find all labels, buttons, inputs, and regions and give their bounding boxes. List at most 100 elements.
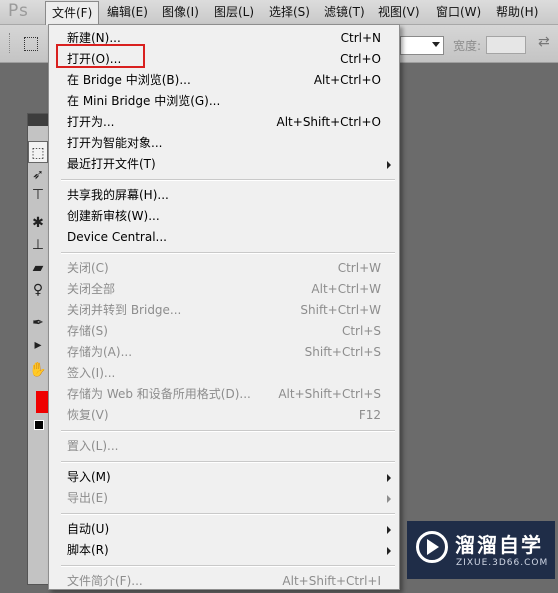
menu-item-label: 共享我的屏幕(H)... bbox=[67, 188, 169, 202]
menu-separator bbox=[61, 252, 395, 254]
menu-item-label: 创建新审核(W)... bbox=[67, 209, 160, 223]
menu-separator bbox=[61, 513, 395, 515]
watermark-title: 溜溜自学 bbox=[455, 533, 543, 557]
submenu-arrow-icon bbox=[387, 526, 391, 534]
menu-item-label: 在 Mini Bridge 中浏览(G)... bbox=[67, 94, 221, 108]
dodge-tool-icon[interactable]: ♀ bbox=[28, 279, 48, 301]
menu-item-label: 导出(E) bbox=[67, 491, 108, 505]
eraser-tool-icon[interactable]: ▰ bbox=[28, 257, 48, 279]
tools-panel: ⬚ ➶ ⊤ ✱ ⊥ ▰ ♀ ✒ ▸ ✋ bbox=[27, 113, 48, 585]
menu-item-shortcut: F12 bbox=[358, 408, 381, 422]
menu-item-2-3: 存储(S) Ctrl+S bbox=[49, 321, 399, 342]
width-label: 宽度: bbox=[453, 39, 482, 53]
menu-item-1-2[interactable]: Device Central... bbox=[49, 227, 399, 248]
menu-separator bbox=[61, 430, 395, 432]
menu-item-2-4: 存储为(A)... Shift+Ctrl+S bbox=[49, 342, 399, 363]
menu-item-label: 打开为智能对象... bbox=[67, 136, 163, 150]
menu-separator bbox=[61, 179, 395, 181]
menu-4[interactable]: 选择(S) bbox=[263, 0, 316, 24]
default-colors-icon[interactable] bbox=[34, 420, 44, 430]
menu-item-2-0: 关闭(C) Ctrl+W bbox=[49, 258, 399, 279]
menu-item-2-1: 关闭全部 Alt+Ctrl+W bbox=[49, 279, 399, 300]
submenu-arrow-icon bbox=[387, 547, 391, 555]
menu-item-0-2[interactable]: 在 Bridge 中浏览(B)... Alt+Ctrl+O bbox=[49, 70, 399, 91]
menu-item-2-5: 签入(I)... bbox=[49, 363, 399, 384]
submenu-arrow-icon bbox=[387, 495, 391, 503]
menu-item-shortcut: Alt+Ctrl+O bbox=[313, 73, 381, 87]
menu-3[interactable]: 图层(L) bbox=[208, 0, 260, 24]
menu-item-4-1: 导出(E) bbox=[49, 488, 399, 509]
stamp-tool-icon[interactable]: ⊥ bbox=[28, 234, 48, 256]
menu-item-label: 存储为 Web 和设备所用格式(D)... bbox=[67, 387, 251, 401]
menu-item-label: 置入(L)... bbox=[67, 439, 119, 453]
chevron-down-icon bbox=[432, 42, 440, 47]
menu-item-5-0[interactable]: 自动(U) bbox=[49, 519, 399, 540]
menu-item-label: Device Central... bbox=[67, 230, 167, 244]
menu-item-label: 在 Bridge 中浏览(B)... bbox=[67, 73, 191, 87]
submenu-arrow-icon bbox=[387, 161, 391, 169]
style-dropdown[interactable] bbox=[400, 36, 444, 55]
menu-item-label: 关闭全部 bbox=[67, 282, 116, 296]
menu-item-5-1[interactable]: 脚本(R) bbox=[49, 540, 399, 561]
menu-separator bbox=[61, 461, 395, 463]
menu-item-label: 文件简介(F)... bbox=[67, 574, 143, 588]
foreground-color-swatch[interactable] bbox=[36, 391, 48, 413]
menu-item-shortcut: Ctrl+W bbox=[337, 261, 381, 275]
menu-item-0-3[interactable]: 在 Mini Bridge 中浏览(G)... bbox=[49, 91, 399, 112]
menu-item-label: 打开为... bbox=[67, 115, 115, 129]
menu-item-0-6[interactable]: 最近打开文件(T) bbox=[49, 154, 399, 175]
swap-icon[interactable]: ⇄ bbox=[538, 34, 550, 50]
tools-panel-handle[interactable] bbox=[28, 114, 48, 126]
marquee-tool-icon[interactable]: ⬚ bbox=[28, 141, 48, 163]
menu-item-shortcut: Shift+Ctrl+W bbox=[300, 303, 381, 317]
menu-item-shortcut: Ctrl+S bbox=[341, 324, 381, 338]
menu-item-label: 存储(S) bbox=[67, 324, 108, 338]
menubar: Ps 文件(F) 编辑(E) 图像(I) 图层(L) 选择(S) 滤镜(T) 视图(V) 窗口… bbox=[0, 0, 558, 25]
watermark-subtitle: ZIXUE.3D66.COM bbox=[456, 558, 549, 568]
width-input[interactable] bbox=[486, 36, 526, 54]
lasso-tool-icon[interactable]: ➶ bbox=[28, 164, 48, 186]
rect-marquee-icon[interactable] bbox=[24, 37, 38, 51]
menu-5[interactable]: 滤镜(T) bbox=[318, 0, 371, 24]
menu-item-label: 签入(I)... bbox=[67, 366, 116, 380]
menu-item-label: 最近打开文件(T) bbox=[67, 157, 156, 171]
watermark-logo: 溜溜自学 ZIXUE.3D66.COM bbox=[407, 521, 555, 579]
menu-item-shortcut: Alt+Shift+Ctrl+I bbox=[282, 574, 381, 588]
menu-item-2-2: 关闭并转到 Bridge... Shift+Ctrl+W bbox=[49, 300, 399, 321]
menu-item-6-0: 文件简介(F)... Alt+Shift+Ctrl+I bbox=[49, 571, 399, 592]
menu-item-0-5[interactable]: 打开为智能对象... bbox=[49, 133, 399, 154]
menu-item-label: 脚本(R) bbox=[67, 543, 109, 557]
crop-tool-icon[interactable]: ⊤ bbox=[28, 184, 48, 206]
menu-8[interactable]: 帮助(H) bbox=[490, 0, 544, 24]
menu-item-shortcut: Ctrl+N bbox=[340, 31, 381, 45]
menu-item-label: 自动(U) bbox=[67, 522, 110, 536]
menu-item-2-6: 存储为 Web 和设备所用格式(D)... Alt+Shift+Ctrl+S bbox=[49, 384, 399, 405]
path-select-tool-icon[interactable]: ▸ bbox=[28, 334, 48, 356]
menu-item-4-0[interactable]: 导入(M) bbox=[49, 467, 399, 488]
menu-item-label: 关闭并转到 Bridge... bbox=[67, 303, 182, 317]
menu-0[interactable]: 文件(F) bbox=[45, 1, 100, 25]
menu-item-3-0: 置入(L)... bbox=[49, 436, 399, 457]
menu-2[interactable]: 图像(I) bbox=[156, 0, 205, 24]
menu-6[interactable]: 视图(V) bbox=[372, 0, 426, 24]
menu-7[interactable]: 窗口(W) bbox=[430, 0, 487, 24]
healing-tool-icon[interactable]: ✱ bbox=[28, 212, 48, 234]
menu-item-shortcut: Shift+Ctrl+S bbox=[304, 345, 381, 359]
hand-tool-icon[interactable]: ✋ bbox=[28, 359, 48, 381]
file-menu-dropdown: 新建(N)... Ctrl+N 打开(O)... Ctrl+O 在 Bridge 中浏览… bbox=[48, 24, 400, 590]
menu-item-2-7: 恢复(V) F12 bbox=[49, 405, 399, 426]
play-icon bbox=[427, 539, 439, 555]
menu-item-label: 恢复(V) bbox=[67, 408, 109, 422]
submenu-arrow-icon bbox=[387, 474, 391, 482]
menu-item-label: 存储为(A)... bbox=[67, 345, 133, 359]
menu-item-shortcut: Alt+Shift+Ctrl+S bbox=[278, 387, 381, 401]
photoshop-logo: Ps bbox=[8, 1, 29, 21]
options-bar-grip[interactable] bbox=[9, 33, 14, 53]
menu-item-label: 关闭(C) bbox=[67, 261, 109, 275]
menu-item-0-4[interactable]: 打开为... Alt+Shift+Ctrl+O bbox=[49, 112, 399, 133]
menu-item-label: 导入(M) bbox=[67, 470, 111, 484]
pen-tool-icon[interactable]: ✒ bbox=[28, 312, 48, 334]
menu-1[interactable]: 编辑(E) bbox=[101, 0, 154, 24]
menu-item-1-1[interactable]: 创建新审核(W)... bbox=[49, 206, 399, 227]
menu-item-1-0[interactable]: 共享我的屏幕(H)... bbox=[49, 185, 399, 206]
